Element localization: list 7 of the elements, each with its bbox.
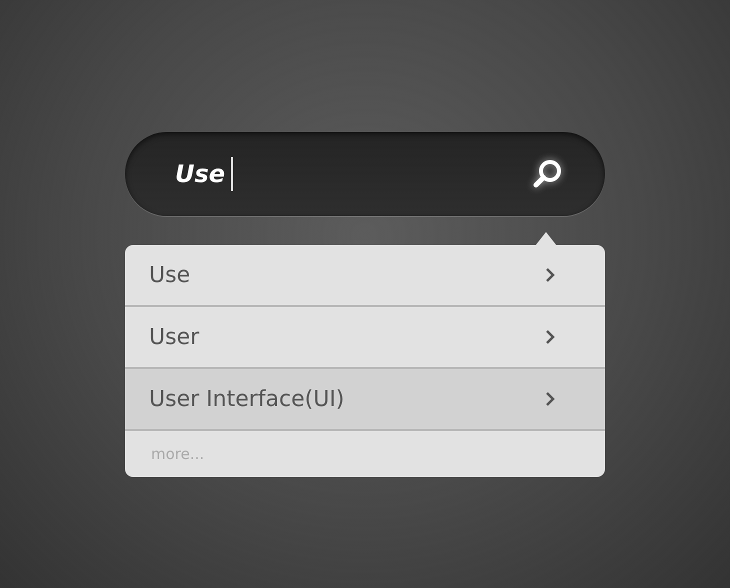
suggestion-item[interactable]: Use	[125, 245, 605, 307]
text-cursor	[231, 157, 234, 191]
search-field[interactable]: Use	[125, 132, 605, 216]
chevron-right-icon	[545, 391, 555, 407]
chevron-right-icon	[545, 329, 555, 345]
chevron-right-icon	[545, 267, 555, 283]
suggestion-item[interactable]: User Interface(UI)	[125, 369, 605, 431]
